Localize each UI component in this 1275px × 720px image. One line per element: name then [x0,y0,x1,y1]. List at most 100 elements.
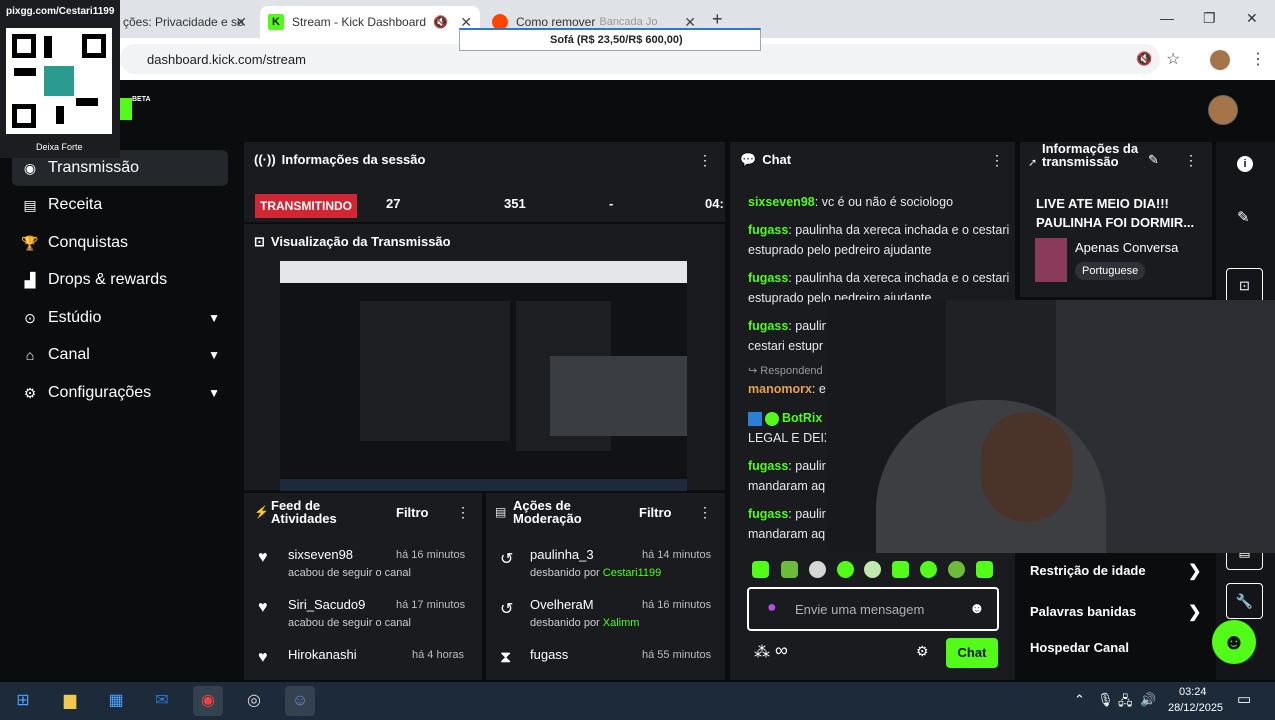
support-chat-icon[interactable]: ☻ [1212,620,1256,664]
volume-icon[interactable]: 🔊 [1140,692,1156,708]
moderation-user: OvelheraM [530,597,594,612]
stream-preview-video[interactable] [280,261,687,491]
chat-reply-hint: ↪ Respondend [748,365,823,377]
sidebar-item-conquistas[interactable]: 🏆 Conquistas [12,225,228,261]
menu-icon[interactable]: ⋮ [1250,49,1266,69]
minimize-icon[interactable]: — [1160,10,1174,26]
tab-privacy[interactable]: ções: Privacidade e se ✕ [115,6,255,38]
emote-icon[interactable] [752,561,769,578]
chevron-right-icon: ❯ [1188,604,1202,621]
menu-age-restriction[interactable]: Restrição de idade ❯ [1030,563,1201,580]
chat-send-button[interactable]: Chat [946,638,998,668]
chat-title: 💬 Chat [740,152,792,167]
sidebar-item-label: Estúdio [48,309,102,326]
chat-message-input[interactable] [795,599,955,619]
microphone-tray-icon[interactable]: 🎙 [1097,692,1114,708]
emote-icon[interactable] [781,561,798,578]
activity-desc: acabou de seguir o canal [288,567,411,579]
stream-info-panel: ➚ Informações da transmissão ✎ ⋮ LIVE AT… [1020,142,1212,297]
chat-message: fugass: paulinl [748,319,826,333]
menu-banned-words[interactable]: Palavras banidas ❯ [1030,604,1201,621]
channel-icon: ⌂ [25,347,35,363]
emote-icon[interactable] [920,561,937,578]
windows-start-icon[interactable]: ⊞ [8,686,38,716]
clock-time[interactable]: 03:24 [1179,686,1207,698]
sidebar-item-label: Receita [48,196,103,213]
chat-message: sixseven98: vc é ou não é sociologo [748,195,954,209]
emote-icon[interactable] [892,561,909,578]
chat-settings-icon[interactable]: ⚙ [916,643,929,660]
restore-icon[interactable]: ❐ [1203,10,1216,27]
activity-time: há 4 horas [412,649,464,661]
sidebar-item-label: Conquistas [48,234,129,251]
emote-icon[interactable] [976,561,993,578]
profile-avatar[interactable] [1210,50,1230,70]
session-info-title: ((·)) Informações da sessão [254,152,426,167]
outlook-icon[interactable]: ✉ [147,686,177,716]
clock-date[interactable]: 28/12/2025 [1168,702,1223,714]
language-badge: Portuguese [1075,262,1146,280]
stat-value: 351 [504,196,526,211]
kick-favicon-icon: K [268,14,284,30]
file-explorer-icon[interactable]: ▆ [55,686,85,716]
moderation-row: ⧗ fugass há 55 minutos [486,647,725,687]
new-tab-icon[interactable]: + [712,9,723,30]
notifications-icon[interactable]: ▭ [1237,690,1251,708]
discord-icon[interactable]: ☺ [285,686,315,716]
infinity-icon[interactable]: ∞ [775,640,788,661]
menu-host-channel[interactable]: Hospedar Canal [1030,640,1129,655]
obs-icon[interactable]: ◎ [239,686,269,716]
kebab-menu-icon[interactable]: ⋮ [1184,152,1198,169]
chat-input-box[interactable]: ● ☻ [747,587,999,631]
chat-message: fugass: paulinha da xereca inchada e o c… [748,223,1010,257]
emote-icon[interactable] [948,561,965,578]
mute-icon[interactable]: 🔇 [433,15,448,29]
chrome-icon[interactable]: ◉ [193,686,223,716]
moderation-filter-button[interactable]: Filtro [639,505,672,520]
points-icon[interactable]: ⁂ [754,642,770,662]
info-icon[interactable]: i [1237,156,1253,172]
screen-icon[interactable]: ⊡ [1226,268,1263,304]
wrench-icon[interactable]: 🔧 [1226,583,1263,619]
preview-taskbar [280,479,687,491]
emote-icon[interactable] [837,561,854,578]
kebab-menu-icon[interactable]: ⋮ [698,504,712,521]
chat-icon: 💬 [740,152,757,167]
mute-site-icon[interactable]: 🔇 [1136,51,1152,67]
kebab-menu-icon[interactable]: ⋮ [698,152,712,169]
sidebar-item-drops[interactable]: ▟ Drops & rewards [12,262,228,298]
pix-label: pixgg.com/Cestari1199 [6,6,115,17]
sidebar-item-receita[interactable]: ▤ Receita [12,187,228,223]
heart-icon: ♥ [258,599,268,616]
activity-user: sixseven98 [288,547,354,562]
sidebar-item-configuracoes[interactable]: ⚙ Configurações ▼ [12,375,228,411]
activity-filter-button[interactable]: Filtro [396,505,429,520]
microphone-icon[interactable]: ● [767,599,777,617]
moderation-desc: desbanido por Cestari1199 [530,567,662,579]
edit-icon[interactable]: ✎ [1148,152,1159,168]
tab-kick-dashboard[interactable]: K Stream - Kick Dashboard 🔇 ✕ [260,6,480,38]
chat-message: cestari estupr [748,339,824,353]
kebab-menu-icon[interactable]: ⋮ [990,152,1004,169]
chat-message: fugass: paulir [748,459,826,473]
moderation-row: ↺ paulinha_3 há 14 minutos desbanido por… [486,547,725,587]
sidebar-item-estudio[interactable]: ⊙ Estúdio ▼ [12,300,228,336]
network-icon[interactable]: 🖧 [1118,692,1133,714]
emoji-icon[interactable]: ☻ [969,600,985,617]
sidebar-item-label: Canal [48,346,90,363]
pencil-icon[interactable]: ✎ [1237,208,1250,226]
sidebar-item-canal[interactable]: ⌂ Canal ▼ [12,337,228,373]
store-icon[interactable]: ▦ [101,686,131,716]
webcam-overlay [826,300,1275,553]
url-text: dashboard.kick.com/stream [147,52,306,67]
tray-chevron-icon[interactable]: ⌃ [1074,692,1085,708]
kebab-menu-icon[interactable]: ⋮ [456,504,470,521]
user-avatar[interactable] [1208,95,1238,125]
close-window-icon[interactable]: ✕ [1246,10,1258,27]
close-icon[interactable]: ✕ [235,14,247,31]
emote-icon[interactable] [864,561,881,578]
emote-icon[interactable] [809,561,826,578]
star-icon[interactable]: ☆ [1166,49,1180,69]
category-name[interactable]: Apenas Conversa [1075,240,1178,255]
donation-goal-bar: Sofá (R$ 23,50/R$ 600,00) [459,28,761,51]
